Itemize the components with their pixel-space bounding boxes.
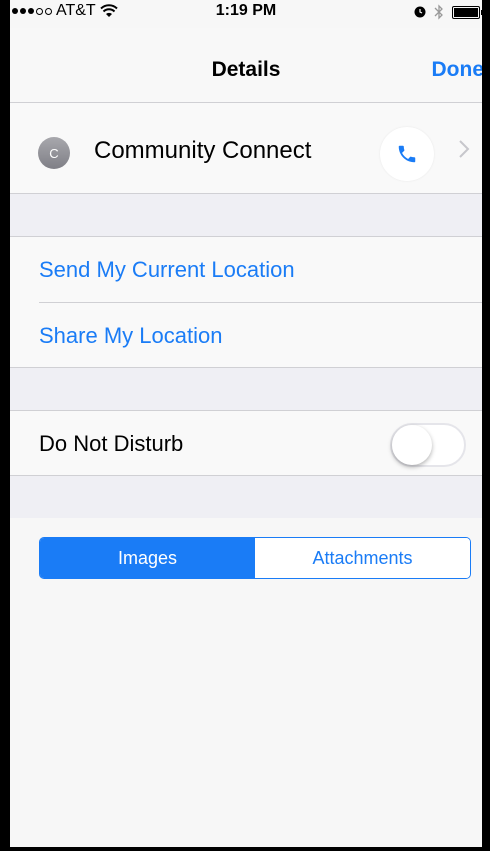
segment-attachments[interactable]: Attachments: [255, 538, 470, 578]
navigation-bar: Details Done: [10, 28, 482, 103]
status-bar: AT&T 1:19 PM: [10, 0, 482, 28]
share-location-label: Share My Location: [39, 323, 223, 348]
bluetooth-icon: [434, 4, 443, 20]
details-screen: AT&T 1:19 PM Details Done C Community Co…: [10, 0, 482, 847]
dnd-row: Do Not Disturb: [10, 411, 482, 475]
media-segmented-control: Images Attachments: [39, 537, 471, 579]
dnd-section: Do Not Disturb: [10, 410, 482, 476]
share-location-row[interactable]: Share My Location: [10, 303, 482, 367]
send-current-location-label: Send My Current Location: [39, 257, 295, 282]
avatar: C: [38, 137, 70, 169]
section-spacer: [10, 194, 482, 236]
battery-icon: [452, 5, 482, 19]
contact-name: Community Connect: [94, 137, 312, 164]
call-button[interactable]: [380, 127, 434, 181]
section-spacer: [10, 476, 482, 518]
dnd-label: Do Not Disturb: [39, 431, 184, 456]
status-time: 1:19 PM: [215, 2, 277, 19]
phone-icon: [398, 145, 416, 163]
page-title: Details: [211, 58, 281, 81]
contact-row[interactable]: C Community Connect: [10, 103, 482, 194]
segment-images[interactable]: Images: [40, 538, 255, 578]
send-current-location-row[interactable]: Send My Current Location: [10, 237, 482, 301]
dnd-toggle[interactable]: [390, 423, 466, 467]
location-section: Send My Current Location Share My Locati…: [10, 236, 482, 368]
status-indicators: [414, 4, 482, 20]
done-button[interactable]: Done: [432, 58, 483, 82]
chevron-right-icon[interactable]: [458, 139, 470, 159]
toggle-knob: [392, 425, 432, 465]
section-spacer: [10, 368, 482, 410]
alarm-icon: [414, 6, 426, 18]
